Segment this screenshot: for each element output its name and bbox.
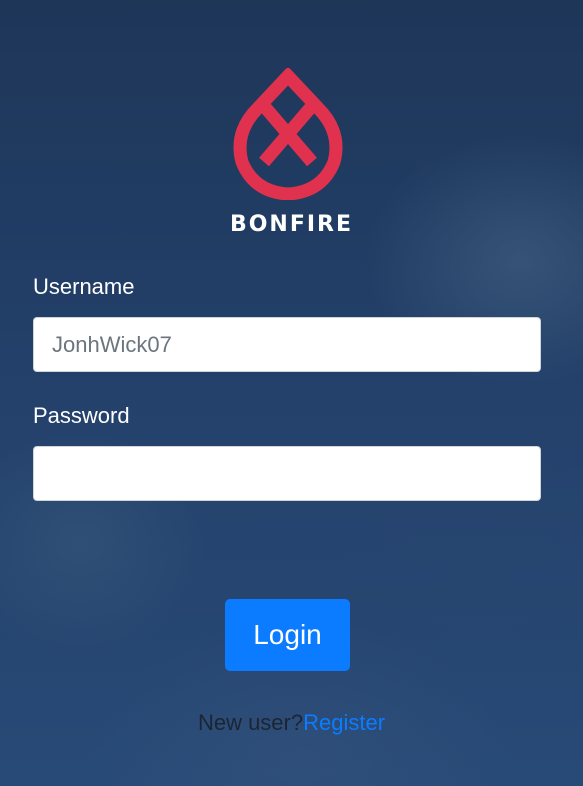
bonfire-logo-icon <box>233 68 343 200</box>
login-button[interactable]: Login <box>225 599 350 671</box>
new-user-text: New user? <box>197 710 304 735</box>
brand-name: BONFIRE <box>229 212 354 237</box>
username-label: Username <box>33 274 135 299</box>
register-link[interactable]: Register <box>303 710 385 735</box>
register-prompt: New user?Register <box>0 710 583 736</box>
password-label: Password <box>33 403 130 428</box>
password-input[interactable] <box>33 446 541 501</box>
username-input[interactable] <box>33 317 541 372</box>
